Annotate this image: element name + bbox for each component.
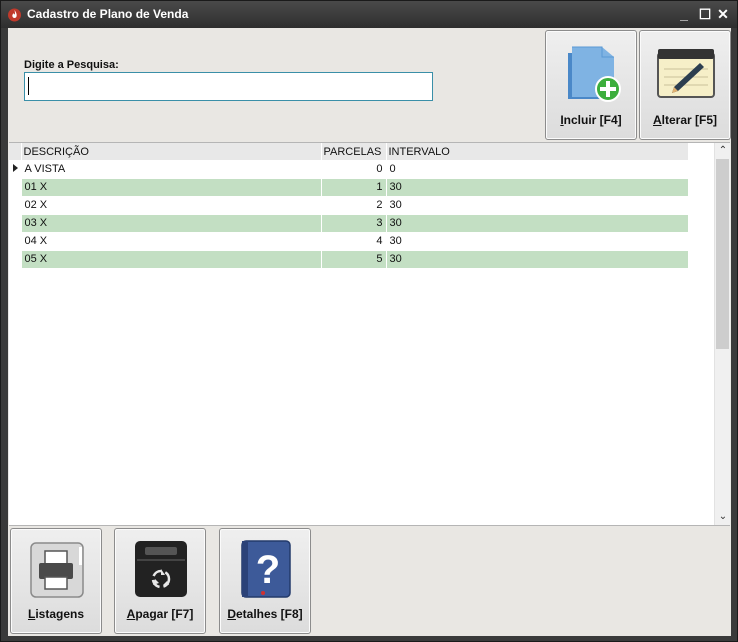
app-window: Cadastro de Plano de Venda _ ☐ ✕ Digite … bbox=[0, 0, 738, 642]
cell-parcelas: 3 bbox=[321, 214, 387, 233]
search-label: Digite a Pesquisa: bbox=[24, 59, 119, 71]
alterar-label: Alterar [F5] bbox=[652, 113, 718, 127]
window-title: Cadastro de Plano de Venda bbox=[27, 7, 189, 21]
detalhes-label: Detalhes [F8] bbox=[227, 607, 303, 621]
row-indicator bbox=[9, 214, 22, 233]
alterar-button[interactable]: Alterar [F5] bbox=[639, 30, 731, 140]
cell-intervalo: 30 bbox=[386, 250, 689, 269]
cell-intervalo: 30 bbox=[386, 214, 689, 233]
recycle-bin-icon bbox=[135, 541, 187, 597]
scroll-up-icon[interactable]: ⌃ bbox=[715, 143, 731, 159]
cell-parcelas: 4 bbox=[321, 232, 387, 251]
detalhes-button[interactable]: ? Detalhes [F8] bbox=[219, 528, 311, 634]
maximize-button[interactable]: ☐ bbox=[697, 6, 713, 22]
cell-intervalo: 0 bbox=[386, 160, 689, 179]
cell-parcelas: 2 bbox=[321, 196, 387, 215]
cell-parcelas: 1 bbox=[321, 178, 387, 197]
row-indicator bbox=[9, 232, 22, 251]
printer-icon bbox=[30, 542, 84, 598]
cell-descricao: 03 X bbox=[21, 214, 322, 233]
row-indicator bbox=[9, 196, 22, 215]
flame-icon bbox=[8, 8, 21, 22]
cell-parcelas: 5 bbox=[321, 250, 387, 269]
vertical-scrollbar[interactable]: ⌃ ⌄ bbox=[714, 143, 730, 525]
cell-intervalo: 30 bbox=[386, 178, 689, 197]
cell-descricao: 01 X bbox=[21, 178, 322, 197]
help-book-icon: ? bbox=[241, 540, 291, 598]
folder-add-icon bbox=[568, 46, 621, 102]
table-row[interactable]: 03 X 3 30 bbox=[9, 214, 689, 233]
cell-descricao: 05 X bbox=[21, 250, 322, 269]
listagens-button[interactable]: Listagens bbox=[10, 528, 102, 634]
row-indicator bbox=[9, 250, 22, 269]
column-header-descricao[interactable]: DESCRIÇÃO bbox=[21, 143, 322, 160]
apagar-label: Apagar [F7] bbox=[126, 607, 194, 621]
listagens-label: Listagens bbox=[27, 607, 85, 621]
form-client-area: Digite a Pesquisa: Incluir [F4] Alterar … bbox=[8, 28, 731, 636]
close-button[interactable]: ✕ bbox=[715, 6, 731, 22]
apagar-button[interactable]: Apagar [F7] bbox=[114, 528, 206, 634]
incluir-button[interactable]: Incluir [F4] bbox=[545, 30, 637, 140]
table-row[interactable]: 04 X 4 30 bbox=[9, 232, 689, 251]
incluir-label: Incluir [F4] bbox=[560, 113, 622, 127]
svg-text:?: ? bbox=[256, 548, 280, 592]
table-row[interactable]: 02 X 2 30 bbox=[9, 196, 689, 215]
cell-descricao: A VISTA bbox=[21, 160, 322, 179]
column-header-parcelas[interactable]: PARCELAS bbox=[321, 143, 387, 160]
cell-intervalo: 30 bbox=[386, 196, 689, 215]
cell-descricao: 04 X bbox=[21, 232, 322, 251]
scroll-down-icon[interactable]: ⌄ bbox=[715, 509, 731, 525]
text-caret bbox=[28, 77, 29, 95]
search-input[interactable] bbox=[24, 72, 433, 101]
plans-table: DESCRIÇÃO PARCELAS INTERVALO A VISTA 0 0 bbox=[9, 143, 689, 269]
row-indicator bbox=[9, 178, 22, 197]
column-header-intervalo[interactable]: INTERVALO bbox=[386, 143, 689, 160]
scrollbar-thumb[interactable] bbox=[716, 159, 729, 349]
title-bar[interactable]: Cadastro de Plano de Venda _ ☐ ✕ bbox=[1, 1, 737, 28]
table-row[interactable]: 01 X 1 30 bbox=[9, 178, 689, 197]
table-row[interactable]: A VISTA 0 0 bbox=[9, 160, 689, 179]
minimize-button[interactable]: _ bbox=[676, 6, 692, 22]
notepad-pencil-icon bbox=[657, 49, 715, 98]
plans-grid[interactable]: DESCRIÇÃO PARCELAS INTERVALO A VISTA 0 0 bbox=[9, 142, 730, 526]
row-pointer-icon bbox=[13, 163, 18, 172]
current-row-indicator bbox=[9, 160, 22, 179]
table-row[interactable]: 05 X 5 30 bbox=[9, 250, 689, 269]
cell-descricao: 02 X bbox=[21, 196, 322, 215]
cell-intervalo: 30 bbox=[386, 232, 689, 251]
cell-parcelas: 0 bbox=[321, 160, 387, 179]
row-indicator-header bbox=[9, 143, 22, 160]
